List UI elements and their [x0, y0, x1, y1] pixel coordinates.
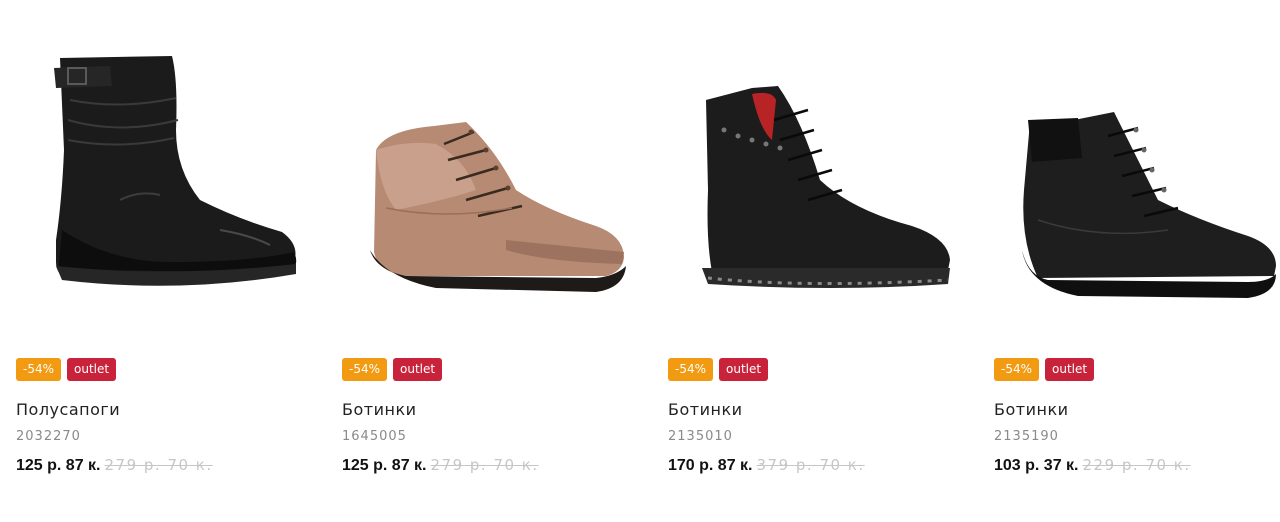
- product-name[interactable]: Полусапоги: [16, 400, 120, 419]
- product-card[interactable]: -54% outlet Ботинки 2135190 103 р. 37 к.…: [978, 0, 1278, 522]
- product-card[interactable]: -54% outlet Ботинки 2135010 170 р. 87 к.…: [652, 0, 952, 522]
- discount-badge: -54%: [16, 358, 62, 381]
- product-image-beige-lace-up-boot[interactable]: [326, 40, 626, 320]
- product-image-black-mid-calf-boot[interactable]: [0, 40, 300, 320]
- product-card[interactable]: -54% outlet Ботинки 1645005 125 р. 87 к.…: [326, 0, 626, 522]
- price-block: 125 р. 87 к. 279 р. 70 к.: [342, 456, 539, 475]
- price-block: 103 р. 37 к. 229 р. 70 к.: [994, 456, 1191, 475]
- product-name[interactable]: Ботинки: [668, 400, 743, 419]
- product-card[interactable]: -54% outlet Полусапоги 2032270 125 р. 87…: [0, 0, 300, 522]
- badge-group: -54% outlet: [994, 358, 1095, 381]
- old-price: 279 р. 70 к.: [430, 456, 539, 474]
- product-grid: -54% outlet Полусапоги 2032270 125 р. 87…: [0, 0, 1280, 522]
- product-name[interactable]: Ботинки: [994, 400, 1069, 419]
- product-sku: 1645005: [342, 429, 407, 444]
- price-block: 125 р. 87 к. 279 р. 70 к.: [16, 456, 213, 475]
- old-price: 279 р. 70 к.: [104, 456, 213, 474]
- outlet-badge: outlet: [1045, 358, 1095, 381]
- current-price: 103 р. 37 к.: [994, 457, 1079, 474]
- current-price: 125 р. 87 к.: [16, 457, 101, 474]
- product-image-black-ankle-boot[interactable]: [652, 40, 952, 320]
- current-price: 125 р. 87 к.: [342, 457, 427, 474]
- product-sku: 2032270: [16, 429, 81, 444]
- old-price: 379 р. 70 к.: [756, 456, 865, 474]
- badge-group: -54% outlet: [342, 358, 443, 381]
- badge-group: -54% outlet: [16, 358, 117, 381]
- discount-badge: -54%: [668, 358, 714, 381]
- product-sku: 2135190: [994, 429, 1059, 444]
- old-price: 229 р. 70 к.: [1082, 456, 1191, 474]
- discount-badge: -54%: [342, 358, 388, 381]
- discount-badge: -54%: [994, 358, 1040, 381]
- outlet-badge: outlet: [67, 358, 117, 381]
- product-sku: 2135010: [668, 429, 733, 444]
- outlet-badge: outlet: [719, 358, 769, 381]
- outlet-badge: outlet: [393, 358, 443, 381]
- current-price: 170 р. 87 к.: [668, 457, 753, 474]
- price-block: 170 р. 87 к. 379 р. 70 к.: [668, 456, 865, 475]
- product-image-black-wedge-boot[interactable]: [978, 40, 1278, 320]
- badge-group: -54% outlet: [668, 358, 769, 381]
- product-name[interactable]: Ботинки: [342, 400, 417, 419]
